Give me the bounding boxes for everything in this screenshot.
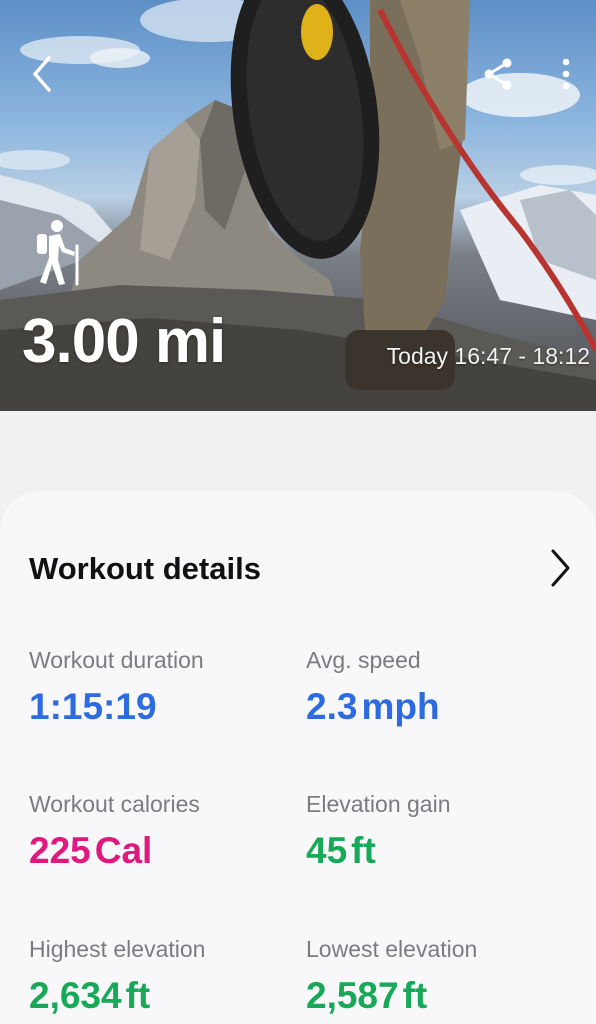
metric-label: Highest elevation — [29, 936, 206, 962]
metric-value: 2,634 ft — [29, 975, 151, 1016]
more-vertical-icon[interactable] — [544, 52, 588, 96]
metric-highest-elevation: Highest elevation 2,634 ft — [29, 936, 205, 1017]
metric-value: 1:15:19 — [29, 686, 157, 727]
chevron-right-icon[interactable] — [540, 545, 580, 591]
metric-value: 225 Cal — [29, 830, 153, 871]
metric-label: Workout duration — [29, 647, 204, 673]
section-title: Workout details — [29, 551, 261, 586]
metric-elevation-gain: Elevation gain 45 ft — [306, 791, 451, 872]
metric-workout-duration: Workout duration 1:15:19 — [29, 647, 204, 728]
metric-label: Elevation gain — [306, 791, 451, 817]
hiking-icon — [30, 218, 86, 286]
share-icon[interactable] — [476, 52, 520, 96]
metric-value: 45 ft — [306, 830, 376, 871]
workout-details-card: Workout details Workout duration 1:15:19… — [0, 491, 596, 1024]
hero-image: 3.00 mi Today 16:47 - 18:12 — [0, 0, 596, 411]
distance-value: 3.00 mi — [22, 307, 226, 376]
metric-label: Lowest elevation — [306, 936, 478, 962]
back-arrow-icon[interactable] — [20, 52, 64, 96]
metric-workout-calories: Workout calories 225 Cal — [29, 791, 200, 872]
metric-label: Workout calories — [29, 791, 200, 817]
metric-value: 2.3 mph — [306, 686, 440, 727]
metric-avg-speed: Avg. speed 2.3 mph — [306, 647, 440, 728]
metric-label: Avg. speed — [306, 647, 421, 673]
metric-value: 2,587 ft — [306, 975, 428, 1016]
metric-lowest-elevation: Lowest elevation 2,587 ft — [306, 936, 477, 1017]
workout-time-range: Today 16:47 - 18:12 — [386, 343, 590, 369]
